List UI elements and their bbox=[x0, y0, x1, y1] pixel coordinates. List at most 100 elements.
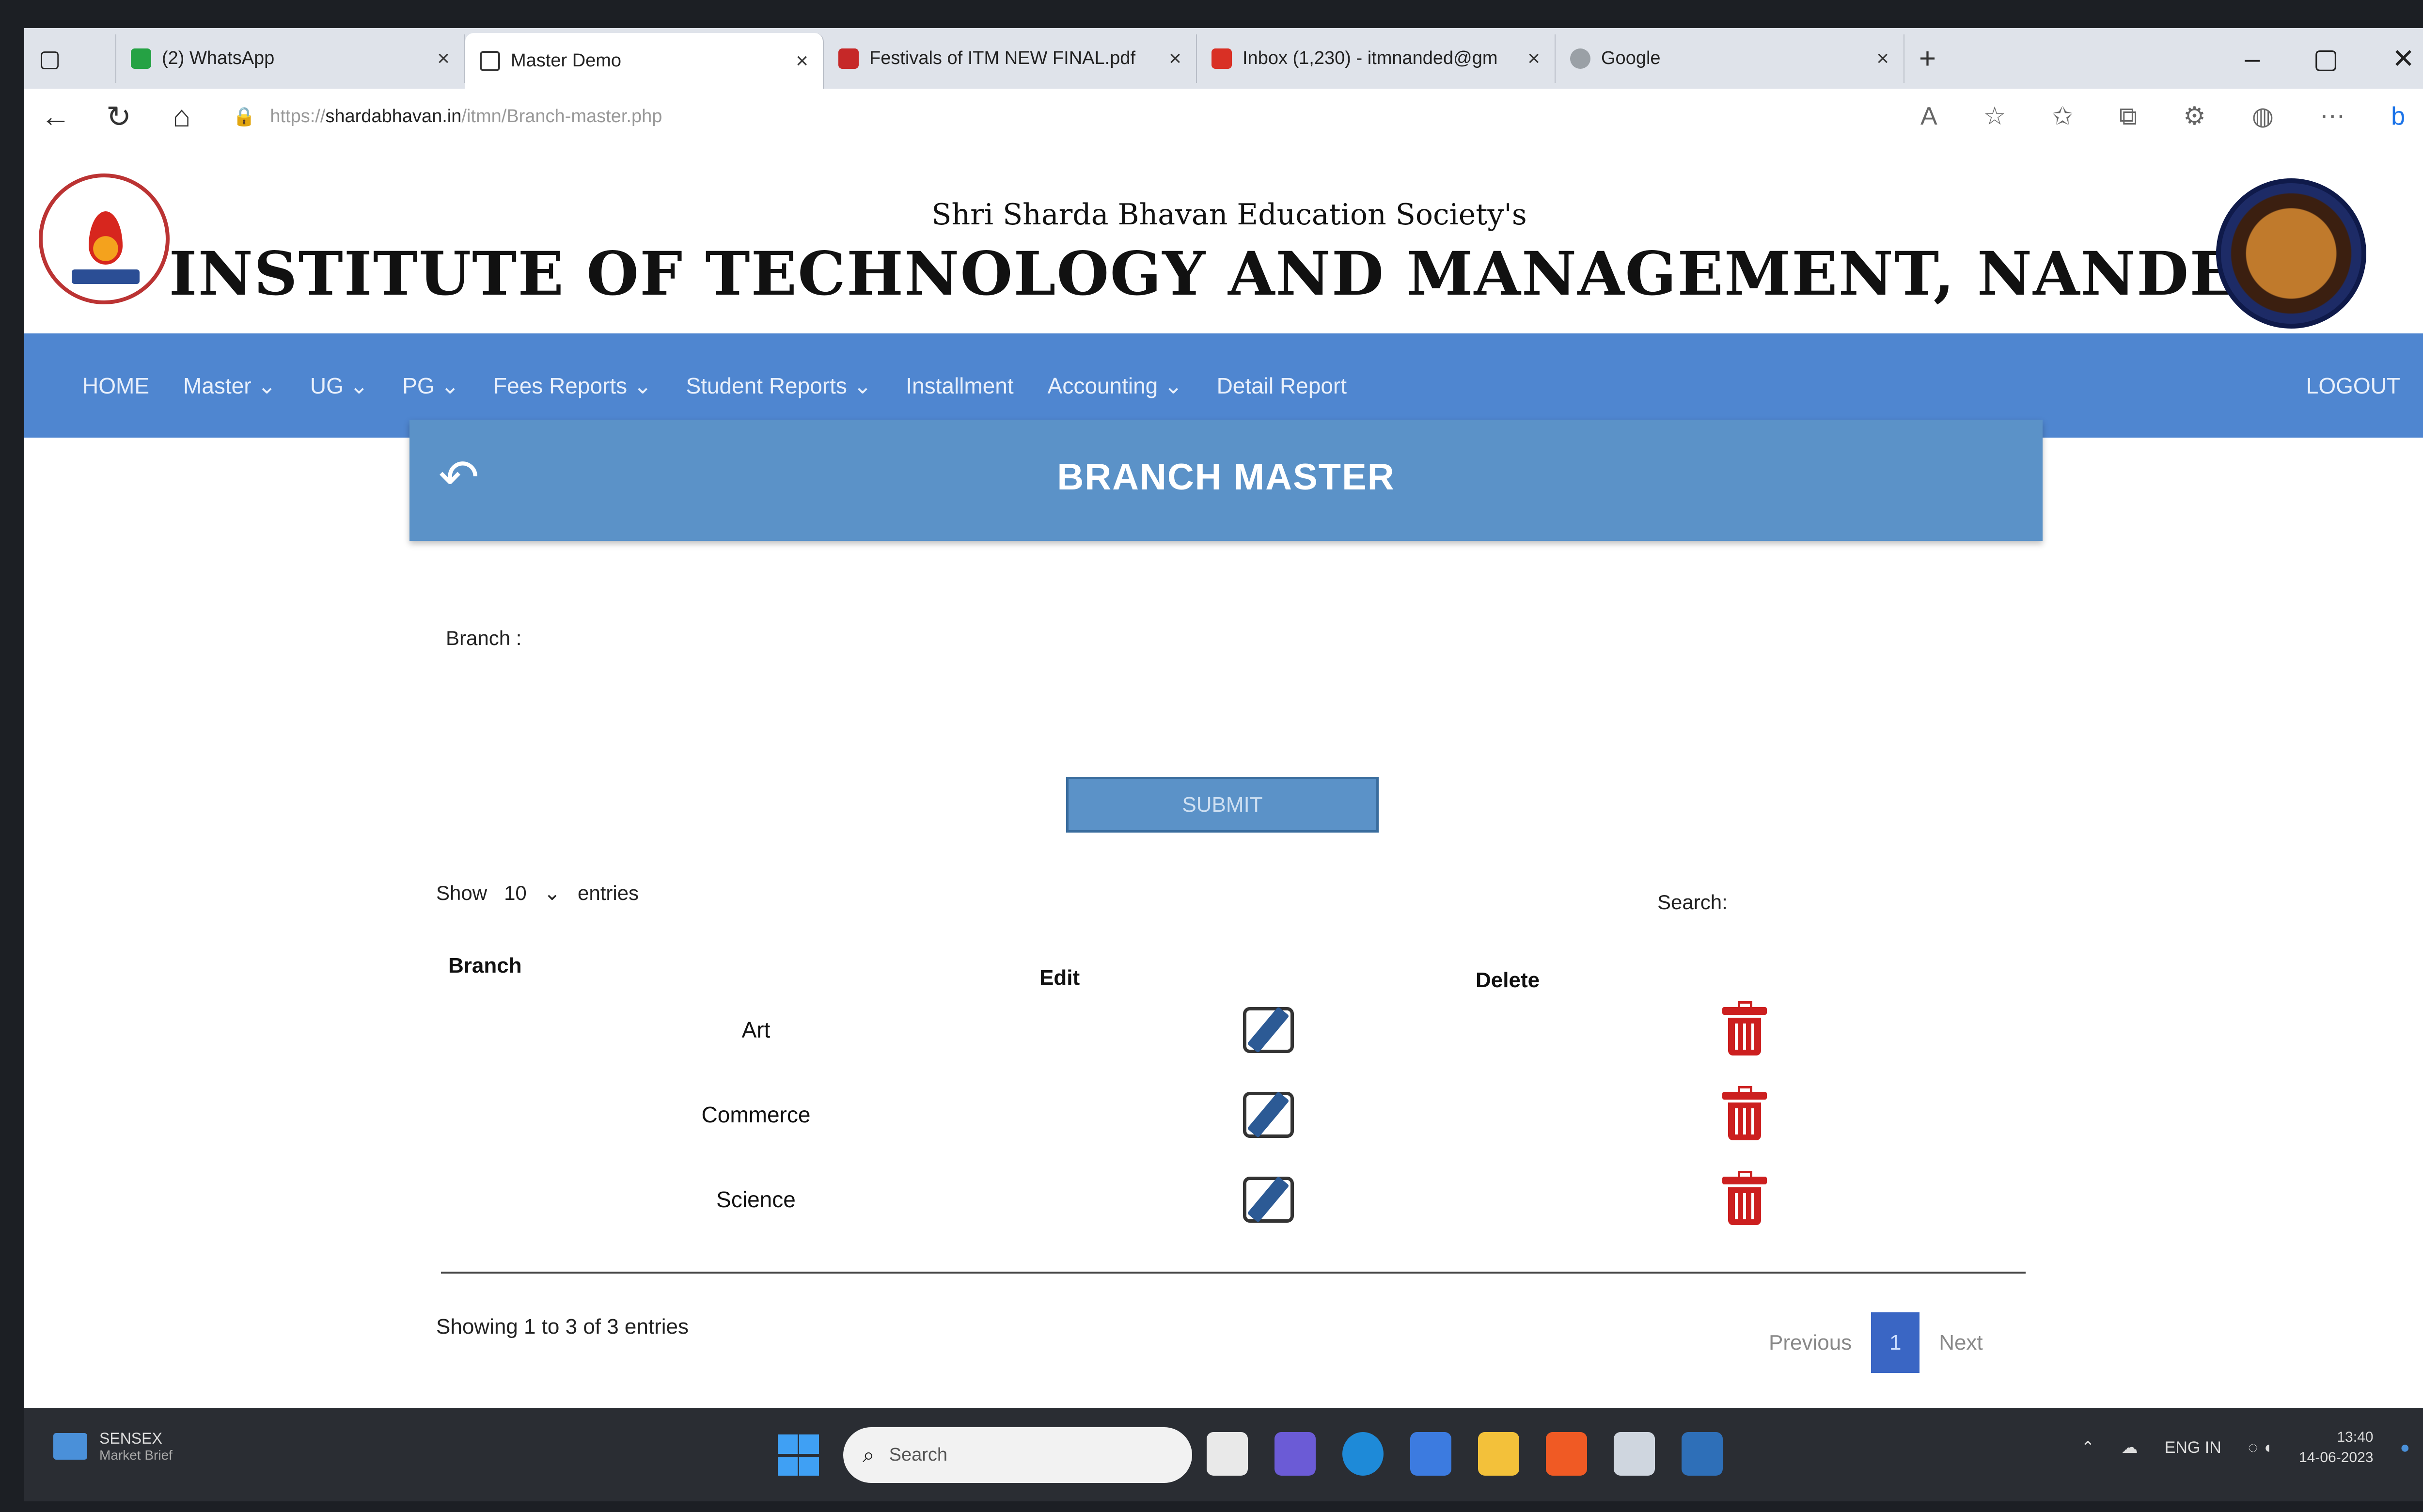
institute-title: INSTITUTE OF TECHNOLOGY AND MANAGEMENT, … bbox=[169, 239, 2290, 309]
language-indicator[interactable]: ENG IN bbox=[2165, 1438, 2221, 1457]
submit-button[interactable]: SUBMIT bbox=[1066, 777, 1379, 833]
delete-trash-icon[interactable] bbox=[1722, 1001, 1767, 1055]
windows-start-icon[interactable] bbox=[778, 1434, 819, 1476]
new-tab-icon[interactable]: + bbox=[1904, 42, 1951, 75]
notepad-icon[interactable] bbox=[1410, 1432, 1451, 1476]
close-window-icon[interactable]: ✕ bbox=[2392, 43, 2415, 75]
copilot-icon[interactable]: b bbox=[2391, 102, 2405, 131]
teams-icon[interactable] bbox=[1274, 1432, 1316, 1476]
column-header-delete[interactable]: Delete bbox=[1476, 968, 1540, 992]
pagination: Previous 1 Next bbox=[1769, 1312, 1983, 1373]
profile-icon[interactable]: ◍ bbox=[2252, 102, 2274, 131]
clock[interactable]: 13:40 14-06-2023 bbox=[2299, 1427, 2373, 1468]
nav-pg[interactable]: PG ⌄ bbox=[402, 373, 459, 399]
column-header-edit[interactable]: Edit bbox=[1039, 966, 1080, 990]
chevron-down-icon: ⌄ bbox=[543, 882, 561, 904]
read-aloud-icon[interactable]: A bbox=[1920, 102, 1937, 131]
tab-pdf[interactable]: Festivals of ITM NEW FINAL.pdf × bbox=[824, 34, 1197, 83]
pinned-apps bbox=[1207, 1432, 1723, 1476]
branch-cell: Commerce bbox=[701, 1102, 811, 1127]
notification-icon[interactable]: ● bbox=[2400, 1438, 2410, 1457]
tab-actions-icon[interactable]: ▢ bbox=[39, 45, 61, 72]
next-page-button[interactable]: Next bbox=[1939, 1331, 1982, 1355]
widget-subtitle: Market Brief bbox=[99, 1448, 173, 1463]
url-field[interactable]: 🔒 https:// shardabhavan.in /itmn/Branch-… bbox=[233, 97, 1153, 136]
search-icon: ⌕ bbox=[863, 1443, 875, 1467]
column-header-branch[interactable]: Branch bbox=[448, 954, 522, 978]
edit-icon[interactable] bbox=[1243, 1091, 1294, 1138]
tab-label: (2) WhatsApp bbox=[162, 48, 275, 68]
close-tab-icon[interactable]: × bbox=[1876, 47, 1889, 71]
edit-icon[interactable] bbox=[1243, 1007, 1294, 1053]
widgets-button[interactable]: SENSEX Market Brief bbox=[53, 1430, 173, 1463]
saraswati-emblem bbox=[2216, 178, 2366, 329]
close-tab-icon[interactable]: × bbox=[1169, 47, 1181, 71]
previous-page-button[interactable]: Previous bbox=[1769, 1331, 1852, 1355]
taskbar-search[interactable]: ⌕ Search bbox=[843, 1427, 1192, 1483]
refresh-icon[interactable]: ↻ bbox=[87, 99, 150, 134]
page-size-select[interactable]: 10 ⌄ bbox=[504, 881, 561, 905]
search-label: Search: bbox=[1657, 891, 1728, 914]
nav-student-reports[interactable]: Student Reports ⌄ bbox=[686, 373, 872, 399]
table-row: Science bbox=[441, 1162, 2026, 1244]
nav-logout[interactable]: LOGOUT bbox=[2306, 373, 2400, 399]
window-controls: – ▢ ✕ bbox=[2245, 43, 2423, 75]
page-1-button[interactable]: 1 bbox=[1871, 1312, 1920, 1373]
nav-installment[interactable]: Installment bbox=[906, 373, 1013, 399]
maximize-icon[interactable]: ▢ bbox=[2313, 43, 2339, 75]
collections-icon[interactable]: ⧉ bbox=[2119, 102, 2137, 131]
minimize-icon[interactable]: – bbox=[2245, 43, 2260, 75]
branch-cell: Art bbox=[741, 1017, 771, 1042]
nav-master[interactable]: Master ⌄ bbox=[183, 373, 276, 399]
page-icon bbox=[480, 50, 500, 71]
table-row: Art bbox=[441, 992, 2026, 1075]
back-arrow-icon[interactable]: ← bbox=[24, 99, 87, 134]
nav-detail-report[interactable]: Detail Report bbox=[1217, 373, 1347, 399]
close-tab-icon[interactable]: × bbox=[1527, 47, 1540, 71]
nav-home[interactable]: HOME bbox=[82, 373, 149, 399]
file-explorer-icon[interactable] bbox=[1478, 1432, 1519, 1476]
edit-icon[interactable] bbox=[1243, 1176, 1294, 1223]
nav-accounting[interactable]: Accounting ⌄ bbox=[1048, 373, 1183, 399]
close-tab-icon[interactable]: × bbox=[437, 47, 450, 71]
favorites-icon[interactable]: ✩ bbox=[2052, 102, 2073, 131]
browser-toolbar: A ☆ ✩ ⧉ ⚙ ◍ ⋯ b bbox=[1920, 102, 2423, 131]
page-title: BRANCH MASTER bbox=[1057, 457, 1395, 498]
wifi-volume-icon[interactable]: ◌ ◖ bbox=[2248, 1438, 2272, 1457]
screen: ▢ (2) WhatsApp × Master Demo × Festivals… bbox=[24, 28, 2423, 1501]
extensions-icon[interactable]: ⚙ bbox=[2183, 102, 2206, 131]
branch-cell: Science bbox=[716, 1187, 796, 1212]
table-info: Showing 1 to 3 of 3 entries bbox=[436, 1315, 689, 1339]
tab-actions[interactable]: ▢ bbox=[24, 34, 116, 83]
brave-icon[interactable] bbox=[1546, 1432, 1587, 1476]
tab-whatsapp[interactable]: (2) WhatsApp × bbox=[116, 34, 465, 83]
pdf-icon bbox=[838, 48, 859, 69]
nav-ug[interactable]: UG ⌄ bbox=[310, 373, 368, 399]
page-size-control: Show 10 ⌄ entries bbox=[436, 881, 639, 905]
onedrive-icon[interactable]: ☁ bbox=[2122, 1438, 2138, 1457]
home-icon[interactable]: ⌂ bbox=[150, 99, 213, 134]
page-header: Shri Sharda Bhavan Education Society's I… bbox=[24, 144, 2423, 333]
tab-master-demo[interactable]: Master Demo × bbox=[465, 33, 824, 89]
tab-google[interactable]: Google × bbox=[1556, 34, 1904, 83]
word-icon[interactable] bbox=[1682, 1432, 1723, 1476]
browser-tab-strip: ▢ (2) WhatsApp × Master Demo × Festivals… bbox=[24, 28, 2423, 89]
society-name: Shri Sharda Bhavan Education Society's bbox=[931, 198, 1527, 232]
task-view-icon[interactable] bbox=[1207, 1432, 1248, 1476]
more-options-icon[interactable]: ⋯ bbox=[2320, 102, 2345, 131]
delete-trash-icon[interactable] bbox=[1722, 1086, 1767, 1140]
tab-label: Google bbox=[1601, 48, 1661, 68]
chevron-up-icon[interactable]: ⌃ bbox=[2081, 1438, 2095, 1457]
delete-trash-icon[interactable] bbox=[1722, 1171, 1767, 1225]
edge-icon[interactable] bbox=[1342, 1432, 1384, 1476]
market-icon bbox=[53, 1433, 87, 1460]
favorite-star-icon[interactable]: ☆ bbox=[1983, 102, 2006, 131]
table-row: Commerce bbox=[441, 1077, 2026, 1160]
tab-gmail[interactable]: Inbox (1,230) - itmnanded@gm × bbox=[1197, 34, 1556, 83]
tab-label: Master Demo bbox=[511, 50, 622, 71]
entries-label: entries bbox=[578, 881, 639, 904]
tab-label: Inbox (1,230) - itmnanded@gm bbox=[1243, 48, 1498, 68]
close-tab-icon[interactable]: × bbox=[796, 49, 808, 73]
calculator-icon[interactable] bbox=[1614, 1432, 1655, 1476]
nav-fees-reports[interactable]: Fees Reports ⌄ bbox=[493, 373, 652, 399]
